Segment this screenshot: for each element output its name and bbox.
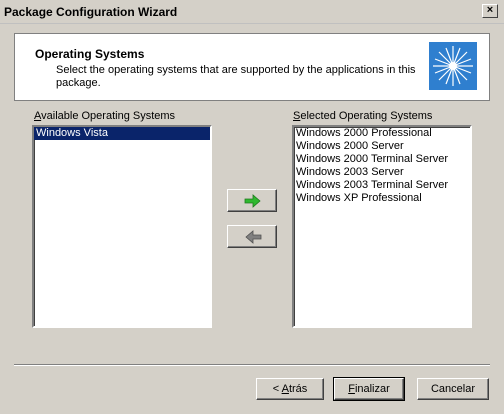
list-item[interactable]: Windows 2000 Terminal Server xyxy=(294,153,470,166)
list-item[interactable]: Windows 2000 Professional xyxy=(294,127,470,140)
page-subtitle: Select the operating systems that are su… xyxy=(56,64,416,89)
close-icon: × xyxy=(486,4,494,16)
page-title: Operating Systems xyxy=(35,47,145,61)
window-title: Package Configuration Wizard xyxy=(4,5,178,19)
list-item[interactable]: Windows Vista xyxy=(34,127,210,140)
close-button[interactable]: × xyxy=(482,4,498,18)
selected-list-label: Selected Operating Systems xyxy=(293,110,433,122)
add-button[interactable] xyxy=(227,189,277,212)
list-item[interactable]: Windows 2003 Server xyxy=(294,166,470,179)
list-item[interactable]: Windows 2003 Terminal Server xyxy=(294,179,470,192)
left-arrow-icon xyxy=(245,230,262,244)
finish-button[interactable]: Finalizar xyxy=(333,377,405,401)
cancel-button[interactable]: Cancelar xyxy=(417,378,489,400)
remove-button[interactable] xyxy=(227,225,277,248)
starburst-logo-icon xyxy=(429,42,477,90)
available-os-list[interactable]: Windows Vista xyxy=(32,125,212,328)
list-item[interactable]: Windows XP Professional xyxy=(294,192,470,205)
selected-os-list[interactable]: Windows 2000 Professional Windows 2000 S… xyxy=(292,125,472,328)
list-item[interactable]: Windows 2000 Server xyxy=(294,140,470,153)
right-arrow-icon xyxy=(244,194,261,208)
back-button[interactable]: < Atrás xyxy=(256,378,324,400)
footer-divider xyxy=(14,364,490,366)
available-list-label: Available Operating Systems xyxy=(34,110,176,122)
wizard-header: Operating Systems Select the operating s… xyxy=(14,33,490,101)
title-bar: Package Configuration Wizard × xyxy=(0,0,504,24)
